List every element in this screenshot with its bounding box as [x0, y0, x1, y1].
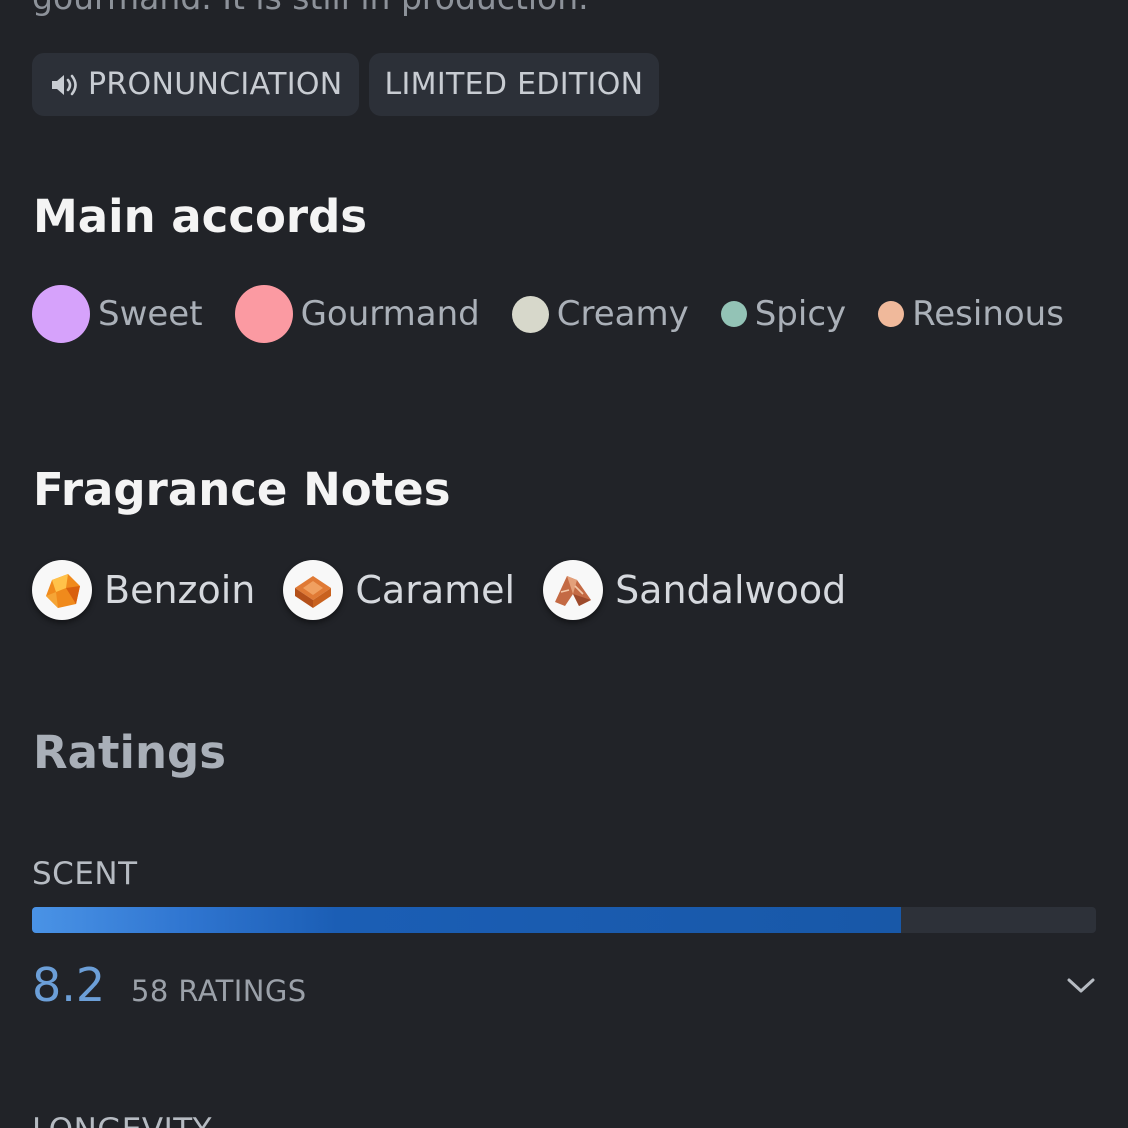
accord-item-gourmand[interactable]: Gourmand [234, 285, 480, 343]
accord-label: Resinous [912, 294, 1064, 334]
note-label: Benzoin [104, 568, 256, 612]
scent-rating-bar [32, 907, 1096, 933]
scent-rating-bar-fill [32, 907, 902, 933]
accord-dot [878, 301, 905, 327]
limited-edition-label: LIMITED EDITION [384, 67, 644, 102]
accord-item-sweet[interactable]: Sweet [32, 285, 203, 343]
scent-score: 8.2 [32, 958, 106, 1012]
main-accords-title: Main accords [33, 190, 368, 243]
scent-rating-count: 58 RATINGS [131, 974, 307, 1008]
accord-label: Sweet [98, 294, 203, 334]
fragrance-detail-page: gourmand. It is still in production. PRO… [0, 0, 1128, 1128]
tag-row: PRONUNCIATION LIMITED EDITION [32, 53, 660, 116]
accord-dot [234, 285, 293, 343]
longevity-label: LONGEVITY [32, 1112, 212, 1128]
caramel-icon [283, 560, 344, 620]
scent-rating-label: SCENT [32, 856, 138, 892]
pronunciation-button[interactable]: PRONUNCIATION [32, 53, 359, 116]
description-text: gourmand. It is still in production. [32, 0, 589, 17]
note-label: Caramel [355, 568, 516, 612]
accord-item-creamy[interactable]: Creamy [511, 294, 689, 334]
accord-label: Creamy [556, 294, 689, 334]
benzoin-icon [32, 560, 92, 620]
accord-list: Sweet Gourmand Creamy Spicy Resinous [32, 284, 1096, 344]
note-label: Sandalwood [615, 568, 847, 612]
note-item-caramel[interactable]: Caramel [283, 560, 515, 620]
accord-dot [32, 285, 90, 343]
note-item-benzoin[interactable]: Benzoin [32, 560, 255, 620]
accord-item-resinous[interactable]: Resinous [878, 294, 1064, 334]
accord-dot [720, 301, 747, 327]
note-item-sandalwood[interactable]: Sandalwood [543, 560, 846, 620]
accord-label: Spicy [754, 294, 847, 334]
chevron-down-icon[interactable] [1064, 968, 1098, 1002]
ratings-title: Ratings [33, 726, 226, 779]
speaker-icon [52, 74, 77, 95]
note-list: Benzoin Caramel Sandalwood [32, 558, 874, 622]
limited-edition-badge: LIMITED EDITION [368, 53, 660, 116]
fragrance-notes-title: Fragrance Notes [33, 463, 451, 516]
sandalwood-icon [543, 560, 604, 620]
accord-item-spicy[interactable]: Spicy [720, 294, 847, 334]
accord-dot [511, 295, 549, 333]
pronunciation-label: PRONUNCIATION [88, 67, 343, 102]
accord-label: Gourmand [300, 294, 480, 334]
